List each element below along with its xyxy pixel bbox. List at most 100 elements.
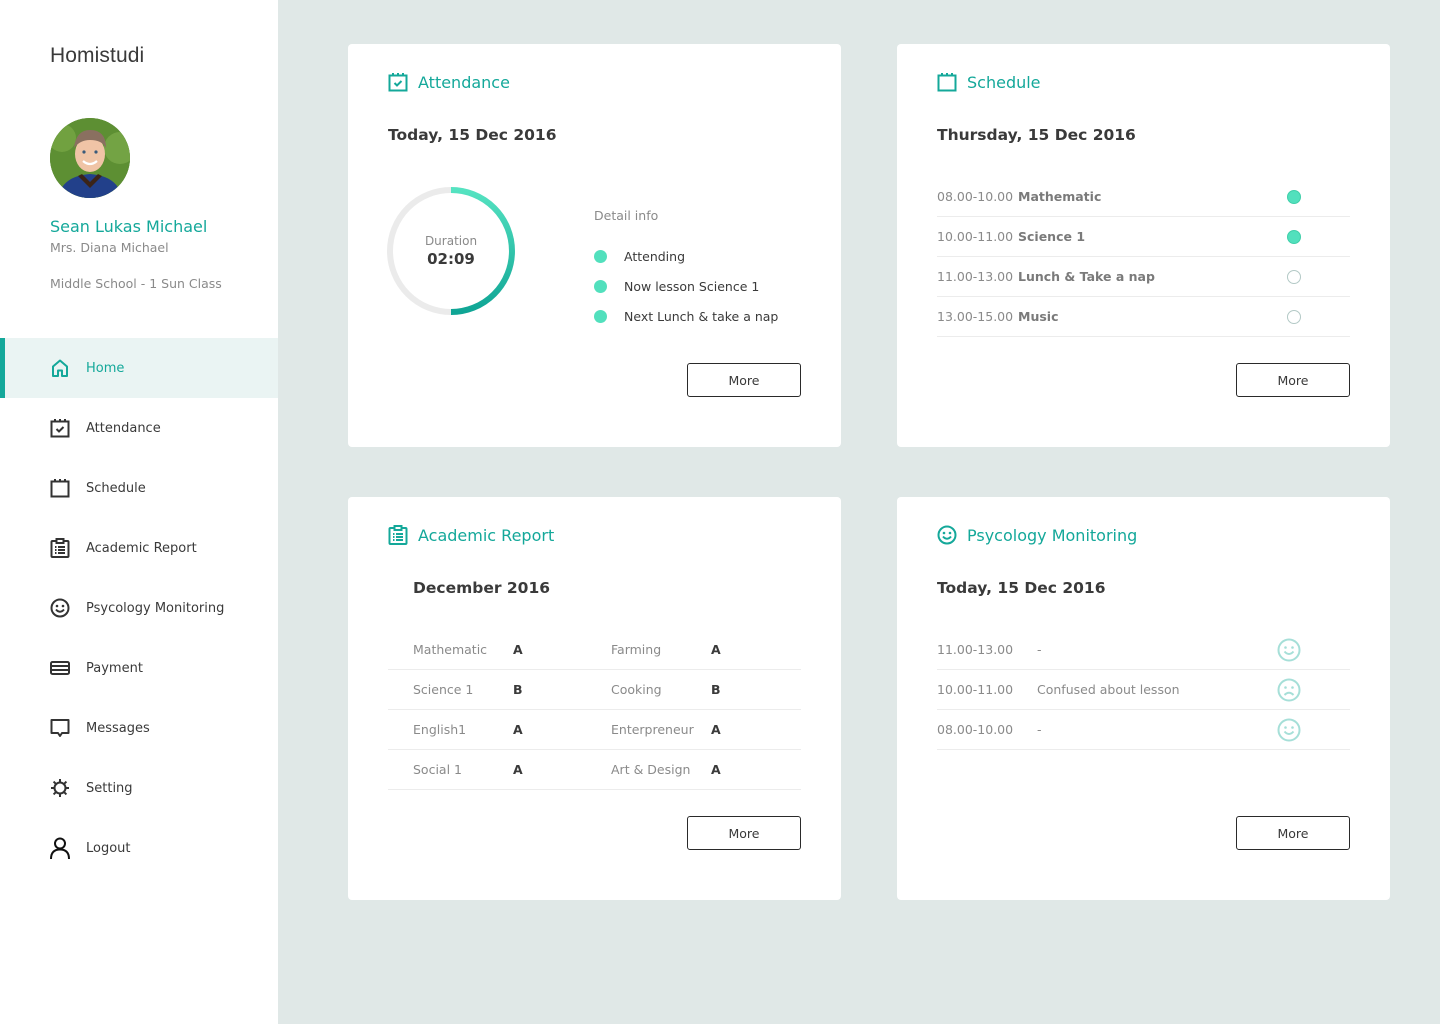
psychology-row[interactable]: 10.00-11.00 Confused about lesson (937, 670, 1350, 710)
sidebar-item-label: Logout (86, 840, 131, 856)
brand-logo[interactable]: Homistudi (50, 44, 144, 68)
grade-value: B (513, 682, 523, 697)
sidebar-item-payment[interactable]: Payment (0, 638, 278, 698)
schedule-card: Schedule Thursday, 15 Dec 2016 08.00-10.… (897, 44, 1390, 447)
grades-row: Science 1 B Cooking B (388, 670, 801, 710)
schedule-list: 08.00-10.00 Mathematic 10.00-11.00 Scien… (937, 177, 1350, 337)
sidebar-item-label: Home (86, 360, 125, 376)
grades-row: Mathematic A Farming A (388, 630, 801, 670)
psychology-more-button[interactable]: More (1236, 816, 1350, 850)
happy-face-icon (1277, 718, 1301, 742)
student-name: Sean Lukas Michael (50, 217, 208, 236)
schedule-more-button[interactable]: More (1236, 363, 1350, 397)
duration-ring: Duration 02:09 (384, 184, 518, 318)
status-dot-icon (594, 309, 607, 323)
class-name: Middle School - 1 Sun Class (50, 276, 222, 291)
grade-cell[interactable]: Enterpreneur A (611, 722, 801, 737)
grade-cell[interactable]: English1 A (388, 722, 611, 737)
grade-value: A (711, 722, 721, 737)
detail-label: Now lesson Science 1 (624, 278, 760, 294)
academic-more-button[interactable]: More (687, 816, 801, 850)
psychology-title: Psycology Monitoring (967, 525, 1138, 545)
sidebar-item-label: Messages (86, 720, 150, 736)
schedule-row[interactable]: 08.00-10.00 Mathematic (937, 177, 1350, 217)
grade-cell[interactable]: Farming A (611, 642, 801, 657)
schedule-subject: Science 1 (1018, 229, 1086, 244)
grade-value: A (513, 642, 523, 657)
psychology-row[interactable]: 11.00-13.00 - (937, 630, 1350, 670)
grade-value: A (513, 762, 523, 777)
grade-cell[interactable]: Mathematic A (388, 642, 611, 657)
grades-table: Mathematic A Farming A Science 1 B Cooki… (388, 630, 801, 790)
grades-row: English1 A Enterpreneur A (388, 710, 801, 750)
detail-label: Next Lunch & take a nap (624, 308, 779, 324)
attendance-card-header: Attendance (388, 72, 510, 92)
grade-subject: Enterpreneur (611, 722, 694, 737)
grade-subject: Mathematic (413, 642, 488, 657)
status-dot-icon (594, 249, 607, 263)
calendar-check-icon (388, 72, 408, 92)
sidebar-nav: Home Attendance Schedule Academic Report… (0, 338, 278, 878)
detail-info-title: Detail info (594, 208, 659, 223)
sidebar-item-label: Academic Report (86, 540, 197, 556)
avatar-photo (50, 118, 130, 198)
calendar-icon (937, 72, 957, 92)
sidebar-item-messages[interactable]: Messages (0, 698, 278, 758)
grade-value: A (711, 642, 721, 657)
grade-cell[interactable]: Cooking B (611, 682, 801, 697)
academic-title: Academic Report (418, 525, 555, 545)
grade-cell[interactable]: Science 1 B (388, 682, 611, 697)
sidebar-item-label: Schedule (86, 480, 146, 496)
sidebar-item-academic-report[interactable]: Academic Report (0, 518, 278, 578)
sidebar: Homistudi Sean Lukas Michael Mrs. Diana … (0, 0, 278, 1024)
attendance-more-button[interactable]: More (687, 363, 801, 397)
avatar[interactable] (50, 118, 130, 198)
psychology-time: 08.00-10.00 (937, 722, 1014, 737)
grade-subject: Cooking (611, 682, 662, 697)
attendance-date: Today, 15 Dec 2016 (388, 126, 557, 144)
grade-cell[interactable]: Social 1 A (388, 762, 611, 777)
duration-readout: Duration 02:09 (384, 184, 518, 318)
schedule-row[interactable]: 11.00-13.00 Lunch & Take a nap (937, 257, 1350, 297)
grade-value: A (711, 762, 721, 777)
schedule-status-icon (1287, 309, 1301, 324)
schedule-time: 13.00-15.00 (937, 309, 1014, 324)
grade-subject: English1 (413, 722, 467, 737)
sidebar-item-label: Setting (86, 780, 133, 796)
smiley-icon (50, 598, 70, 618)
psychology-row[interactable]: 08.00-10.00 - (937, 710, 1350, 750)
psychology-list: 11.00-13.00 - 10.00-11.00 Confused about… (937, 630, 1350, 750)
sidebar-item-logout[interactable]: Logout (0, 818, 278, 878)
schedule-status-icon (1287, 269, 1301, 284)
psychology-note: Confused about lesson (1037, 682, 1180, 697)
gear-icon (50, 778, 70, 798)
schedule-time: 08.00-10.00 (937, 189, 1014, 204)
detail-item: Now lesson Science 1 (594, 271, 778, 301)
schedule-row[interactable]: 13.00-15.00 Music (937, 297, 1350, 337)
psychology-time: 10.00-11.00 (937, 682, 1014, 697)
sidebar-item-label: Payment (86, 660, 143, 676)
schedule-row[interactable]: 10.00-11.00 Science 1 (937, 217, 1350, 257)
grade-subject: Science 1 (413, 682, 474, 697)
sad-face-icon (1277, 678, 1301, 702)
psychology-date: Today, 15 Dec 2016 (937, 579, 1106, 597)
schedule-time: 10.00-11.00 (937, 229, 1014, 244)
psychology-note: - (1037, 722, 1042, 737)
academic-card-header: Academic Report (388, 525, 554, 545)
sidebar-item-setting[interactable]: Setting (0, 758, 278, 818)
sidebar-item-psycology-monitoring[interactable]: Psycology Monitoring (0, 578, 278, 638)
psychology-card: Psycology Monitoring Today, 15 Dec 2016 … (897, 497, 1390, 900)
sidebar-item-schedule[interactable]: Schedule (0, 458, 278, 518)
detail-label: Attending (624, 248, 686, 264)
schedule-card-header: Schedule (937, 72, 1041, 92)
grade-subject: Farming (611, 642, 662, 657)
credit-card-icon (50, 658, 70, 678)
grade-cell[interactable]: Art & Design A (611, 762, 801, 777)
sidebar-item-home[interactable]: Home (0, 338, 278, 398)
sidebar-item-attendance[interactable]: Attendance (0, 398, 278, 458)
schedule-title: Schedule (967, 72, 1041, 92)
attendance-card: Attendance Today, 15 Dec 2016 Duration 0… (348, 44, 841, 447)
schedule-time: 11.00-13.00 (937, 269, 1014, 284)
schedule-subject: Lunch & Take a nap (1018, 269, 1155, 284)
detail-item: Attending (594, 241, 778, 271)
